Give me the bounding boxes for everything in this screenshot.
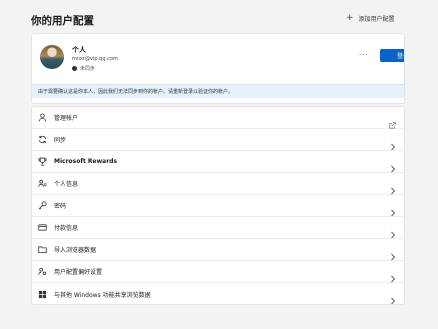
external-link-icon — [389, 114, 396, 129]
trophy-icon — [38, 157, 47, 166]
key-icon — [38, 201, 47, 210]
menu-item-label: 导入浏览器数据 — [54, 247, 97, 254]
menu-item-label: 管理帐户 — [54, 115, 79, 122]
add-profile-button[interactable]: + 添加用户配置 — [346, 13, 395, 24]
menu-item-manage-account[interactable]: 管理帐户 — [32, 107, 404, 129]
profile-card: 个人 mnxr@vip.qq.com 未同步 ··· 登录 由于需要确认这是你本… — [31, 33, 405, 104]
menu-item-label: 同步 — [54, 137, 67, 144]
chevron-right-icon — [390, 136, 396, 151]
info-text: 由于需要确认这是你本人，因此我们无法同步到你的帐户。请重新登录以验证你的帐户。 — [38, 89, 234, 95]
sign-in-button[interactable]: 登录 — [380, 49, 404, 62]
person-icon — [38, 113, 47, 122]
menu-item-profile-preferences[interactable]: 用户配置偏好设置 — [32, 261, 404, 283]
avatar — [40, 45, 64, 69]
menu-item-label: 与其他 Windows 功能共享浏览数据 — [54, 291, 151, 299]
more-options-button[interactable]: ··· — [359, 51, 369, 59]
add-profile-label: 添加用户配置 — [358, 16, 395, 23]
menu-item-label: 个人信息 — [54, 181, 79, 188]
menu-item-share-windows-data[interactable]: 与其他 Windows 功能共享浏览数据 — [32, 283, 404, 304]
sync-status-icon — [72, 66, 77, 71]
chevron-right-icon — [390, 202, 396, 217]
menu-item-label: 付款信息 — [54, 225, 79, 232]
menu-item-import-data[interactable]: 导入浏览器数据 — [32, 239, 404, 261]
chevron-right-icon — [390, 246, 396, 261]
chevron-right-icon — [390, 180, 396, 195]
plus-icon: + — [346, 13, 354, 23]
menu-item-sync[interactable]: 同步 — [32, 129, 404, 151]
sync-status-label: 未同步 — [80, 66, 96, 72]
profile-name: 个人 — [72, 46, 86, 54]
sync-icon — [38, 135, 47, 144]
windows-icon — [38, 290, 47, 299]
person-card-icon — [38, 179, 47, 188]
menu-item-rewards[interactable]: Microsoft Rewards — [32, 151, 404, 173]
menu-item-label: Microsoft Rewards — [54, 158, 118, 165]
chevron-right-icon — [390, 158, 396, 173]
menu-item-label: 密码 — [54, 203, 67, 210]
credit-card-icon — [38, 223, 47, 232]
sync-status: 未同步 — [72, 65, 95, 72]
chevron-right-icon — [390, 268, 396, 283]
info-bar: 由于需要确认这是你本人，因此我们无法同步到你的帐户。请重新登录以验证你的帐户。 — [32, 84, 404, 98]
profile-email: mnxr@vip.qq.com — [72, 56, 118, 62]
settings-menu: 管理帐户 同步 Microsoft Rewards 个人信息 密码 付款信息 导… — [31, 106, 405, 305]
person-settings-icon — [38, 267, 47, 276]
page-title: 你的用户配置 — [31, 15, 94, 27]
menu-item-personal-info[interactable]: 个人信息 — [32, 173, 404, 195]
chevron-right-icon — [390, 224, 396, 239]
folder-import-icon — [38, 245, 47, 254]
chevron-right-icon — [390, 290, 396, 304]
menu-item-label: 用户配置偏好设置 — [54, 269, 103, 276]
menu-item-payment-info[interactable]: 付款信息 — [32, 217, 404, 239]
menu-item-passwords[interactable]: 密码 — [32, 195, 404, 217]
